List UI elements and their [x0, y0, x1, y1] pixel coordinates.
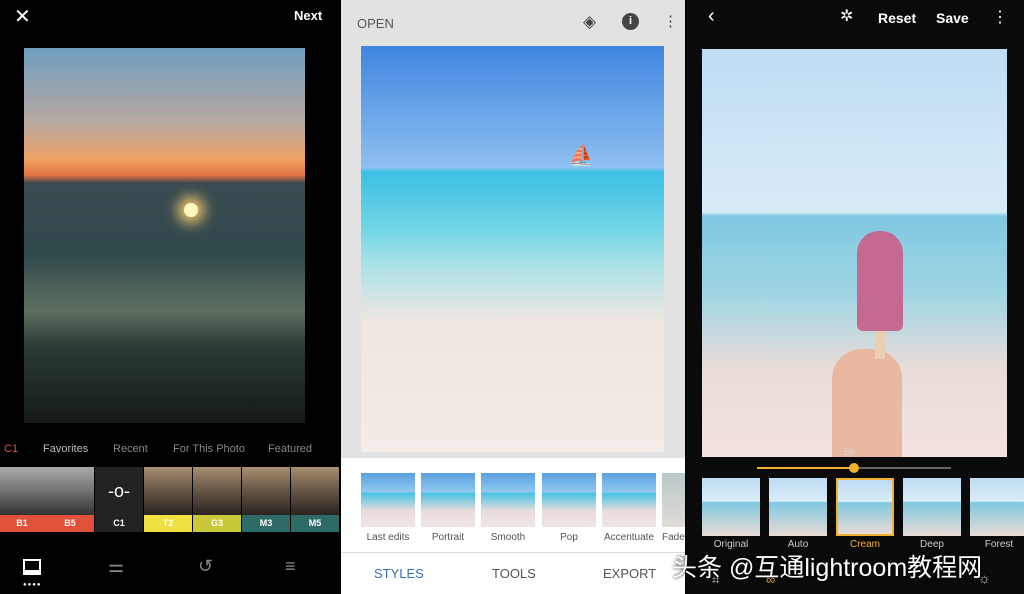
filter-b1[interactable]: B1	[0, 467, 46, 532]
tab-for-this-photo[interactable]: For This Photo	[173, 443, 245, 455]
auto-enhance-icon[interactable]: ✲	[840, 6, 853, 26]
adjust-slider-icon: -o-	[95, 467, 143, 515]
sailboat: ⛵	[569, 145, 594, 167]
more-icon[interactable]: ⋮	[992, 7, 1008, 27]
style-thumb-fade[interactable]	[662, 473, 685, 527]
filter-thumb-deep[interactable]	[903, 478, 961, 536]
open-button[interactable]: OPEN	[357, 16, 394, 31]
filter-c1-adjust[interactable]: -o- C1	[95, 467, 143, 532]
intensity-slider[interactable]	[757, 463, 951, 473]
layers-icon[interactable]: ◈	[583, 12, 596, 32]
more-icon[interactable]: ⋮	[663, 12, 678, 30]
snapseed-panel: OPEN ◈ i ⋮ ⛵ Last edits Portrait Smooth …	[341, 0, 685, 594]
slider-knob[interactable]	[849, 463, 859, 473]
style-thumb-last-edits[interactable]	[361, 473, 415, 527]
style-label: Pop	[560, 532, 578, 543]
style-thumb-pop[interactable]	[542, 473, 596, 527]
filter-thumb-original[interactable]	[702, 478, 760, 536]
filter-t2[interactable]: T2	[144, 467, 192, 532]
style-label: Portrait	[431, 532, 465, 543]
editor-panel: ‹ ✲ Reset Save ⋮ 50 Original Auto Cream …	[686, 0, 1024, 594]
filter-thumb-cream[interactable]	[836, 478, 894, 536]
style-label: Fade	[662, 532, 685, 543]
sliders-icon[interactable]: ⚌	[108, 556, 124, 577]
tab-c1[interactable]: C1	[4, 443, 18, 455]
recipes-icon[interactable]: ≡	[285, 556, 296, 577]
bottom-bar: Last edits Portrait Smooth Pop Accentuat…	[341, 458, 685, 594]
filter-thumb-forest[interactable]	[970, 478, 1024, 536]
save-button[interactable]: Save	[936, 10, 969, 26]
reset-button[interactable]: Reset	[878, 10, 916, 26]
style-thumb-accentuate[interactable]	[602, 473, 656, 527]
divider	[341, 552, 685, 553]
filter-thumb-auto[interactable]	[769, 478, 827, 536]
image-icon[interactable]	[23, 559, 41, 575]
style-thumb-smooth[interactable]	[481, 473, 535, 527]
next-button[interactable]: Next	[294, 8, 322, 23]
tab-tools[interactable]: TOOLS	[492, 566, 536, 581]
info-icon[interactable]: i	[622, 13, 639, 30]
filter-b5[interactable]: B5	[46, 467, 94, 532]
photo-preview: ⛵	[361, 46, 664, 452]
style-label: Last edits	[366, 532, 410, 543]
tab-styles[interactable]: STYLES	[374, 566, 424, 581]
tab-export[interactable]: EXPORT	[603, 566, 656, 581]
sun	[184, 203, 198, 217]
back-icon[interactable]: ‹	[708, 5, 715, 28]
filter-m5[interactable]: M5	[291, 467, 339, 532]
page-dots: ●●●●	[23, 582, 42, 588]
filter-g3[interactable]: G3	[193, 467, 241, 532]
watermark: 头条 @互通lightroom教程网	[672, 554, 983, 582]
style-label: Accentuate	[603, 532, 655, 543]
tab-featured[interactable]: Featured	[268, 443, 312, 455]
filter-m3[interactable]: M3	[242, 467, 290, 532]
close-icon[interactable]: ✕	[14, 4, 31, 29]
hand	[832, 349, 902, 457]
style-label: Smooth	[490, 532, 526, 543]
photo-preview	[702, 49, 1007, 457]
tab-favorites[interactable]: Favorites	[43, 443, 88, 455]
history-icon[interactable]: ↺	[198, 556, 213, 577]
slider-value: 50	[844, 447, 855, 457]
photo-preview	[24, 48, 305, 423]
vsco-panel: ✕ Next C1 Favorites Recent For This Phot…	[0, 0, 340, 594]
style-thumb-portrait[interactable]	[421, 473, 475, 527]
popsicle	[857, 231, 903, 331]
tab-recent[interactable]: Recent	[113, 443, 148, 455]
popsicle-stick	[875, 329, 885, 359]
